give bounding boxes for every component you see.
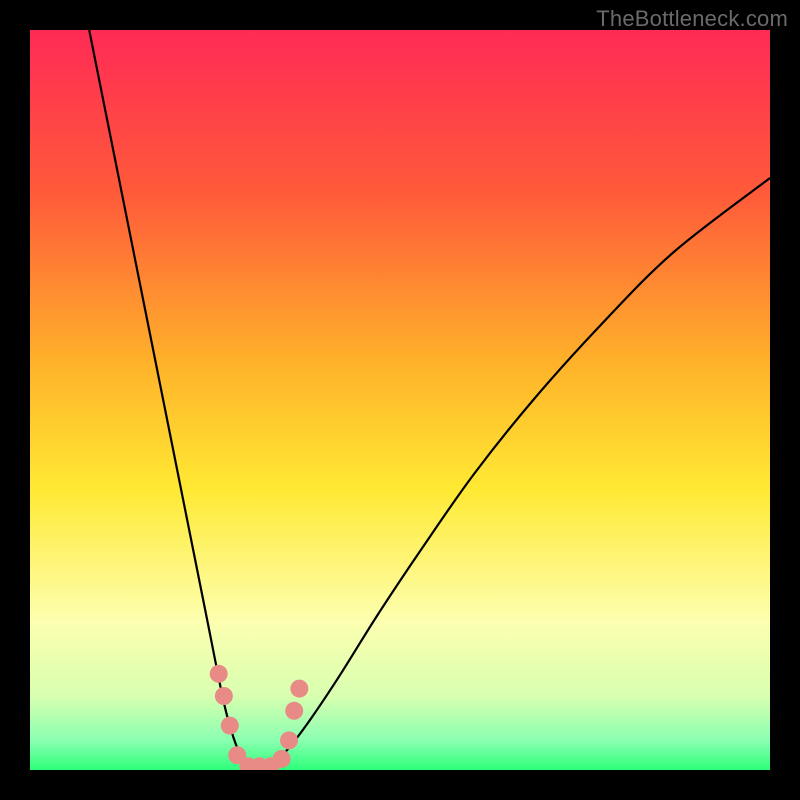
marker-dot	[290, 680, 308, 698]
marker-dot	[210, 665, 228, 683]
marker-dot	[280, 731, 298, 749]
marker-dot	[285, 702, 303, 720]
chart-svg	[30, 30, 770, 770]
marker-dot	[273, 750, 291, 768]
gradient-background	[30, 30, 770, 770]
marker-dot	[215, 687, 233, 705]
marker-dot	[221, 717, 239, 735]
chart-plot-area	[30, 30, 770, 770]
watermark-text: TheBottleneck.com	[596, 6, 788, 32]
